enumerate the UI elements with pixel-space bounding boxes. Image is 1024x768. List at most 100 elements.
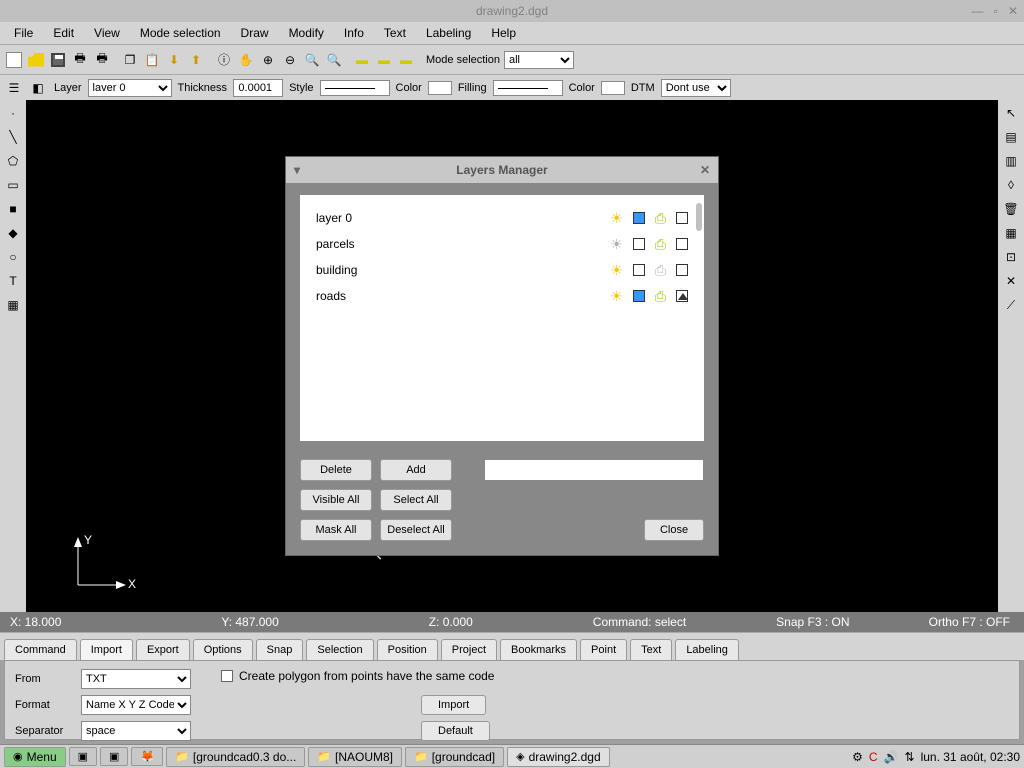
undo-icon[interactable]: ⬇ bbox=[164, 50, 184, 70]
format-select[interactable]: Name X Y Z Code bbox=[81, 695, 191, 715]
lock-icon[interactable] bbox=[676, 238, 688, 250]
close-icon[interactable]: ✕ bbox=[1008, 4, 1018, 18]
menu-mode-selection[interactable]: Mode selection bbox=[130, 24, 231, 42]
select-tool-icon[interactable]: ↖ bbox=[1002, 104, 1020, 122]
visibility-icon[interactable]: ☀ bbox=[610, 210, 623, 227]
snap-icon[interactable]: ⊡ bbox=[1002, 248, 1020, 266]
image-tool-icon[interactable]: ▦ bbox=[4, 296, 22, 314]
separator-select[interactable]: space bbox=[81, 721, 191, 741]
menu-modify[interactable]: Modify bbox=[279, 24, 334, 42]
tab-text[interactable]: Text bbox=[630, 639, 672, 660]
dialog-titlebar[interactable]: ▾ Layers Manager ✕ bbox=[286, 157, 718, 183]
taskbar-item-2[interactable]: 📁 [NAOUM8] bbox=[308, 747, 402, 767]
layers-scrollbar[interactable] bbox=[696, 203, 702, 231]
layer-select[interactable]: laver 0 bbox=[88, 79, 172, 97]
divide-icon[interactable]: ⟋ bbox=[1002, 296, 1020, 314]
menu-view[interactable]: View bbox=[84, 24, 130, 42]
maximize-icon[interactable]: ▫ bbox=[994, 4, 998, 18]
minimize-icon[interactable]: — bbox=[972, 4, 984, 18]
ruler3-icon[interactable]: ▬ bbox=[396, 50, 416, 70]
diamond-tool-icon[interactable]: ◆ bbox=[4, 224, 22, 242]
visibility-icon[interactable]: ☀ bbox=[610, 236, 623, 253]
pan-icon[interactable]: ✋ bbox=[236, 50, 256, 70]
lock-icon[interactable] bbox=[676, 290, 688, 302]
tab-bookmarks[interactable]: Bookmarks bbox=[500, 639, 577, 660]
tab-labeling[interactable]: Labeling bbox=[675, 639, 739, 660]
add-button[interactable]: Add bbox=[380, 459, 452, 481]
menu-file[interactable]: File bbox=[4, 24, 43, 42]
color-icon[interactable] bbox=[633, 290, 645, 302]
tab-point[interactable]: Point bbox=[580, 639, 627, 660]
zoom-extents-icon[interactable]: ⊕ bbox=[258, 50, 278, 70]
paste-icon[interactable]: 📋 bbox=[142, 50, 162, 70]
print-icon[interactable]: ⎙ bbox=[655, 210, 666, 227]
print-icon[interactable]: ⎙ bbox=[655, 288, 666, 305]
default-button[interactable]: Default bbox=[421, 721, 490, 741]
color-icon[interactable] bbox=[633, 238, 645, 250]
print-preview-icon[interactable]: 🖶 bbox=[92, 50, 112, 70]
menu-labeling[interactable]: Labeling bbox=[416, 24, 481, 42]
polygon-checkbox[interactable] bbox=[221, 670, 233, 682]
select-all-button[interactable]: Select All bbox=[380, 489, 452, 511]
taskbar-item-4[interactable]: ◈ drawing2.dgd bbox=[507, 747, 610, 767]
trash-icon[interactable]: 🗑 bbox=[1002, 200, 1020, 218]
from-select[interactable]: TXT bbox=[81, 669, 191, 689]
zoom-in-icon[interactable]: 🔍 bbox=[302, 50, 322, 70]
color-icon[interactable] bbox=[633, 264, 645, 276]
layer-manager-icon[interactable]: ◧ bbox=[28, 78, 48, 98]
zoom-out-icon[interactable]: ⊖ bbox=[280, 50, 300, 70]
print-icon[interactable]: ⎙ bbox=[655, 262, 666, 279]
menu-info[interactable]: Info bbox=[334, 24, 374, 42]
tab-snap[interactable]: Snap bbox=[256, 639, 304, 660]
erase-icon[interactable]: ◊ bbox=[1002, 176, 1020, 194]
ruler1-icon[interactable]: ▬ bbox=[352, 50, 372, 70]
print-icon[interactable]: 🖶 bbox=[70, 50, 90, 70]
menu-draw[interactable]: Draw bbox=[231, 24, 279, 42]
layer-row[interactable]: building ☀ ⎙ bbox=[316, 257, 688, 283]
color-icon[interactable] bbox=[633, 212, 645, 224]
fillrect-tool-icon[interactable]: ■ bbox=[4, 200, 22, 218]
hatch1-icon[interactable]: ▤ bbox=[1002, 128, 1020, 146]
tab-export[interactable]: Export bbox=[136, 639, 190, 660]
visible-all-button[interactable]: Visible All bbox=[300, 489, 372, 511]
taskbar-item-1[interactable]: 📁 [groundcad0.3 do... bbox=[166, 747, 305, 767]
print-icon[interactable]: ⎙ bbox=[655, 236, 666, 253]
polyline-tool-icon[interactable]: ⬠ bbox=[4, 152, 22, 170]
tab-command[interactable]: Command bbox=[4, 639, 77, 660]
lock-icon[interactable] bbox=[676, 212, 688, 224]
tray-icon1[interactable]: ⚙ bbox=[852, 750, 863, 764]
hatch2-icon[interactable]: ▥ bbox=[1002, 152, 1020, 170]
taskbar-app1[interactable]: ▣ bbox=[69, 747, 97, 766]
tray-clock[interactable]: lun. 31 août, 02:30 bbox=[921, 750, 1020, 764]
rect-tool-icon[interactable]: ▭ bbox=[4, 176, 22, 194]
filling-select[interactable] bbox=[493, 80, 563, 96]
visibility-icon[interactable]: ☀ bbox=[610, 288, 623, 305]
redo-icon[interactable]: ⬆ bbox=[186, 50, 206, 70]
lock-icon[interactable] bbox=[676, 264, 688, 276]
layer-row[interactable]: roads ☀ ⎙ bbox=[316, 283, 688, 309]
menu-text[interactable]: Text bbox=[374, 24, 416, 42]
start-menu-button[interactable]: ◉ Menu bbox=[4, 747, 66, 767]
taskbar-item-3[interactable]: 📁 [groundcad] bbox=[405, 747, 504, 767]
layers-icon[interactable]: ☰ bbox=[4, 78, 24, 98]
fill-color-swatch[interactable] bbox=[601, 81, 625, 95]
menu-help[interactable]: Help bbox=[481, 24, 526, 42]
style-select[interactable] bbox=[320, 80, 390, 96]
measure-icon[interactable]: ✕ bbox=[1002, 272, 1020, 290]
layer-row[interactable]: layer 0 ☀ ⎙ bbox=[316, 205, 688, 231]
visibility-icon[interactable]: ☀ bbox=[610, 262, 623, 279]
open-icon[interactable] bbox=[26, 50, 46, 70]
tab-project[interactable]: Project bbox=[441, 639, 497, 660]
grid-icon[interactable]: ▦ bbox=[1002, 224, 1020, 242]
mask-all-button[interactable]: Mask All bbox=[300, 519, 372, 541]
dialog-close-icon[interactable]: ✕ bbox=[700, 163, 710, 177]
circle-tool-icon[interactable]: ○ bbox=[4, 248, 22, 266]
close-button[interactable]: Close bbox=[644, 519, 704, 541]
dtm-select[interactable]: Dont use bbox=[661, 79, 731, 97]
point-tool-icon[interactable]: · bbox=[4, 104, 22, 122]
import-button[interactable]: Import bbox=[421, 695, 486, 715]
layer-row[interactable]: parcels ☀ ⎙ bbox=[316, 231, 688, 257]
tab-selection[interactable]: Selection bbox=[306, 639, 373, 660]
tab-import[interactable]: Import bbox=[80, 639, 133, 660]
copy-icon[interactable]: ❐ bbox=[120, 50, 140, 70]
